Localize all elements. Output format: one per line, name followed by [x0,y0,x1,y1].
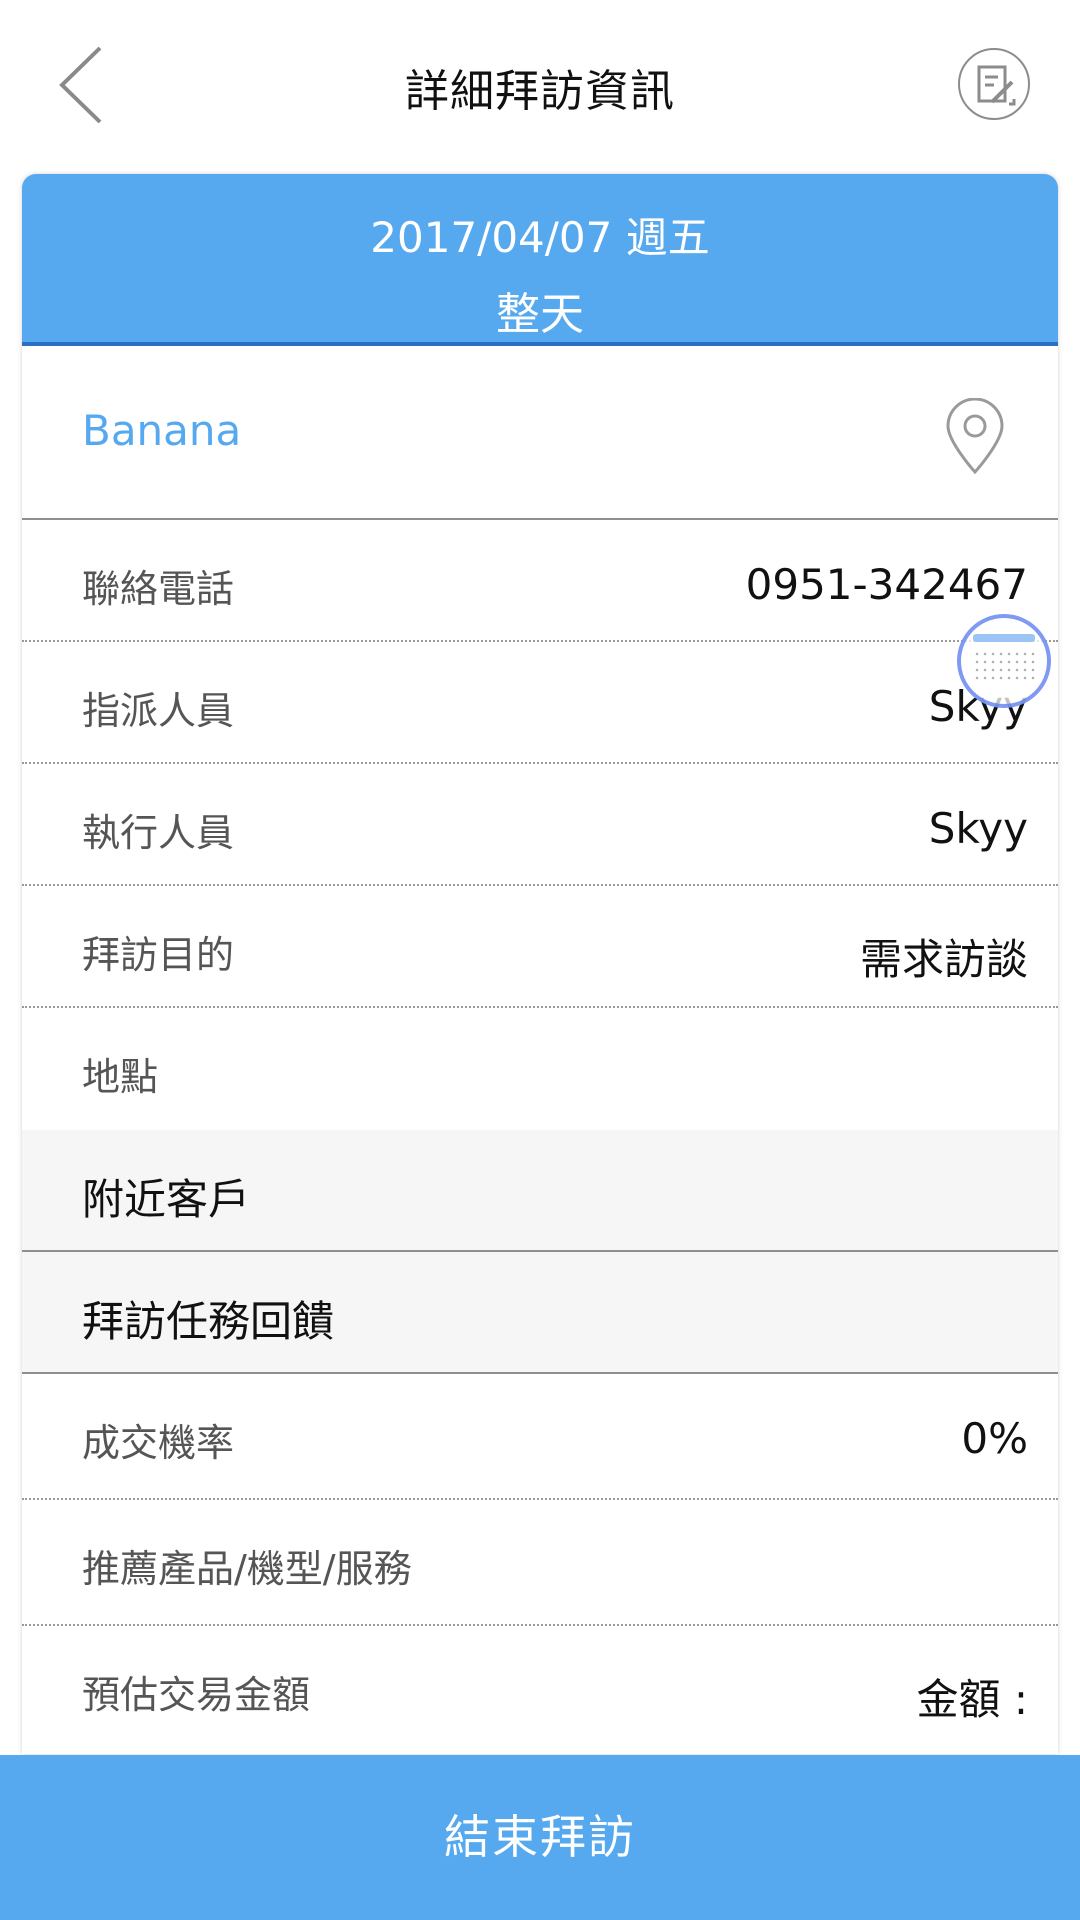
assistive-touch-button[interactable] [957,614,1051,708]
deal-probability-value[interactable]: 0% [961,1414,1028,1463]
date-header: 2017/04/07 週五 整天 [22,174,1058,346]
assistive-touch-dots [973,650,1035,680]
phone-value[interactable]: 0951-342467 [746,560,1028,609]
customer-name[interactable]: Banana [82,406,241,455]
location-label: 地點 [82,1055,159,1099]
estimated-amount-value[interactable]: 金額 : [916,1666,1028,1727]
estimated-amount-label: 預估交易金額 [82,1673,311,1717]
executor-label: 執行人員 [82,811,235,855]
phone-label: 聯絡電話 [82,567,235,611]
executor-value: Skyy [928,804,1028,853]
recommended-products-row[interactable]: 推薦產品/機型/服務 [22,1500,1058,1626]
page-title: 詳細拜訪資訊 [405,66,675,117]
executor-row: 執行人員 Skyy [22,764,1058,886]
assistive-touch-bar [973,634,1035,642]
visit-feedback-label: 拜訪任務回饋 [82,1297,335,1346]
edit-note-icon [977,65,1016,106]
purpose-row: 拜訪目的 需求訪談 [22,886,1058,1008]
customer-row[interactable]: Banana [22,354,1058,520]
end-visit-button[interactable]: 結束拜訪 [0,1755,1080,1920]
top-bar: 詳細拜訪資訊 [0,0,1080,170]
map-pin-icon[interactable] [944,398,1006,476]
deal-probability-label: 成交機率 [82,1421,235,1465]
edit-button[interactable] [958,48,1030,120]
visit-date: 2017/04/07 週五 [370,213,710,262]
visit-feedback-section[interactable]: 拜訪任務回饋 [22,1252,1058,1374]
phone-row: 聯絡電話 0951-342467 [22,520,1058,642]
purpose-label: 拜訪目的 [82,933,235,977]
purpose-value: 需求訪談 [859,935,1028,984]
recommended-products-label: 推薦產品/機型/服務 [82,1547,412,1591]
estimated-amount-row[interactable]: 預估交易金額 金額 : [22,1626,1058,1752]
deal-probability-row[interactable]: 成交機率 0% [22,1374,1058,1500]
nearby-customers-label: 附近客戶 [82,1175,251,1224]
nearby-customers-section[interactable]: 附近客戶 [22,1130,1058,1252]
assigned-by-row: 指派人員 Skyy [22,642,1058,764]
visit-detail-card: 2017/04/07 週五 整天 Banana 聯絡電話 0951-342467… [22,174,1058,1754]
visit-time: 整天 [496,289,584,340]
assigned-by-label: 指派人員 [82,689,235,733]
location-row: 地點 [22,1008,1058,1130]
